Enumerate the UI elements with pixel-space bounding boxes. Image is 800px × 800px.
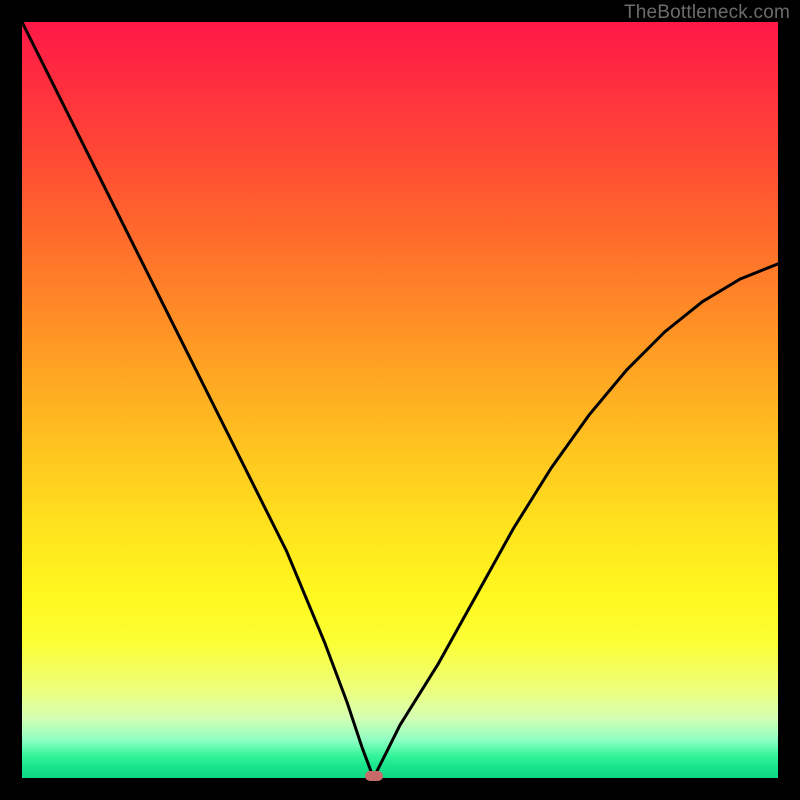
optimal-marker [365,771,383,781]
watermark-text: TheBottleneck.com [624,2,790,24]
plot-area [22,22,778,778]
chart-frame: TheBottleneck.com [0,0,800,800]
curve-svg [22,22,778,778]
